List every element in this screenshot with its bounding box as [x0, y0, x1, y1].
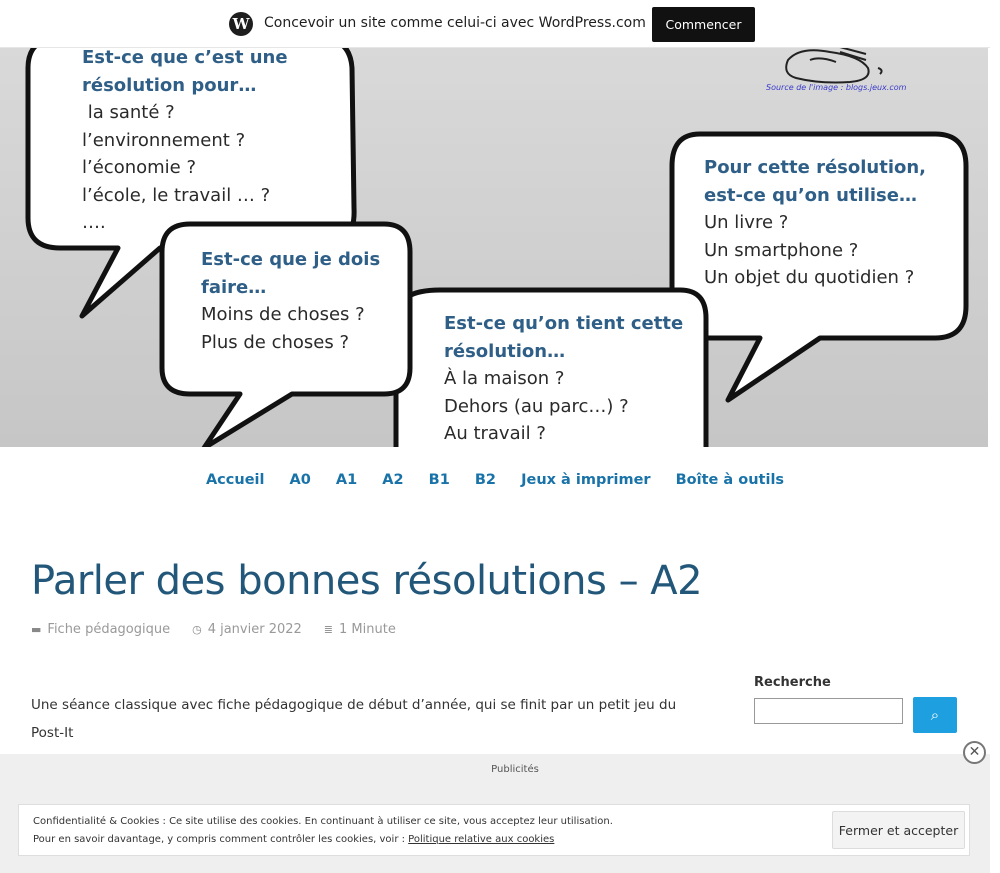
post-reading-time-label: 1 Minute	[339, 622, 396, 637]
bubble-4-question-2: est-ce qu’on utilise…	[704, 184, 917, 206]
post-date[interactable]: ◷ 4 janvier 2022	[192, 622, 302, 637]
bubble-2-line-2: Plus de choses ?	[201, 331, 350, 353]
search-widget-title: Recherche	[754, 675, 831, 690]
bubble-1-line-4: l’école, le travail … ?	[82, 184, 271, 206]
wordpress-promo-bar: W Concevoir un site comme celui-ci avec …	[0, 0, 990, 48]
bubble-3-line-1: À la maison ?	[444, 368, 565, 389]
cookie-text-line-1: Confidentialité & Cookies : Ce site util…	[33, 816, 613, 827]
post-category[interactable]: ▬ Fiche pédagogique	[31, 622, 170, 637]
nav-item-b1[interactable]: B1	[429, 472, 450, 488]
bubble-1-line-1: la santé ?	[82, 102, 175, 123]
reading-time-icon: ≣	[323, 623, 334, 636]
nav-item-boite-a-outils[interactable]: Boîte à outils	[676, 472, 784, 488]
cookie-text: Confidentialité & Cookies : Ce site util…	[33, 813, 613, 849]
post-category-label: Fiche pédagogique	[47, 622, 171, 637]
bubble-4-line-3: Un objet du quotidien ?	[704, 267, 915, 288]
post-meta: ▬ Fiche pédagogique ◷ 4 janvier 2022 ≣ 1…	[31, 622, 418, 637]
post-reading-time: ≣ 1 Minute	[324, 622, 396, 637]
start-button[interactable]: Commencer	[652, 7, 755, 42]
folder-icon: ▬	[31, 623, 42, 636]
bubble-3-text: Est-ce qu’on tient cette résolution… À l…	[444, 310, 683, 447]
post-excerpt-line-1: Une séance classique avec fiche pédagogi…	[31, 697, 677, 741]
image-credit: Source de l'image : blogs.jeux.com	[766, 83, 907, 92]
cartoon-character-sketch	[785, 48, 883, 84]
main-navigation: Accueil A0 A1 A2 B1 B2 Jeux à imprimer B…	[0, 472, 990, 488]
post-date-label: 4 janvier 2022	[207, 622, 302, 637]
cookie-text-line-2-prefix: Pour en savoir davantage, y compris comm…	[33, 834, 409, 845]
bubble-1-line-5: ….	[82, 212, 106, 233]
bubble-2-question-1: Est-ce que je dois	[201, 249, 381, 270]
header-image: Source de l'image : blogs.jeux.com Est-c…	[0, 48, 988, 447]
bubble-1-question-1: Est-ce que c’est une	[82, 48, 288, 68]
cookie-text-line-2: Pour en savoir davantage, y compris comm…	[33, 831, 613, 849]
bubble-4-question-1: Pour cette résolution,	[704, 157, 927, 178]
nav-item-a2[interactable]: A2	[382, 472, 403, 488]
nav-item-a0[interactable]: A0	[290, 472, 311, 488]
nav-item-a1[interactable]: A1	[336, 472, 357, 488]
nav-item-b2[interactable]: B2	[475, 472, 496, 488]
ads-label: Publicités	[491, 764, 539, 775]
bubble-3-line-3: Au travail ?	[444, 423, 546, 444]
cookie-banner: Confidentialité & Cookies : Ce site util…	[18, 804, 970, 856]
bubble-3-question-1: Est-ce qu’on tient cette	[444, 313, 684, 334]
close-and-accept-button[interactable]: Fermer et accepter	[832, 811, 965, 849]
bubble-1-line-2: l’environnement ?	[82, 129, 246, 151]
nav-item-jeux-a-imprimer[interactable]: Jeux à imprimer	[521, 472, 650, 488]
bubble-4-line-1: Un livre ?	[704, 212, 789, 233]
clock-icon: ◷	[192, 623, 202, 636]
bubble-3-question-2: résolution…	[444, 340, 566, 362]
wordpress-promo-text: Concevoir un site comme celui-ci avec Wo…	[264, 15, 646, 31]
search-icon: ⌕	[930, 706, 940, 724]
search-input[interactable]	[754, 698, 903, 724]
nav-item-accueil[interactable]: Accueil	[206, 472, 265, 488]
cookie-policy-link[interactable]: Politique relative aux cookies	[408, 834, 554, 845]
bubble-3-line-2: Dehors (au parc…) ?	[444, 395, 629, 417]
bubble-2-question-2: faire…	[201, 276, 267, 298]
bubble-1-text: Est-ce que c’est une résolution pour… la…	[82, 48, 288, 237]
bubble-2-text: Est-ce que je dois faire… Moins de chose…	[201, 246, 380, 356]
bubble-1-line-3: l’économie ?	[82, 157, 197, 178]
bubble-4-line-2: Un smartphone ?	[704, 239, 859, 261]
bubble-2-line-1: Moins de choses ?	[201, 304, 365, 325]
bubble-4-text: Pour cette résolution, est-ce qu’on util…	[704, 154, 926, 292]
search-button[interactable]: ⌕	[913, 697, 957, 733]
close-ad-icon[interactable]: ✕	[963, 741, 986, 764]
wordpress-logo-icon: W	[229, 12, 253, 36]
post-title[interactable]: Parler des bonnes résolutions – A2	[31, 558, 703, 604]
bubble-1-question-2: résolution pour…	[82, 74, 257, 96]
